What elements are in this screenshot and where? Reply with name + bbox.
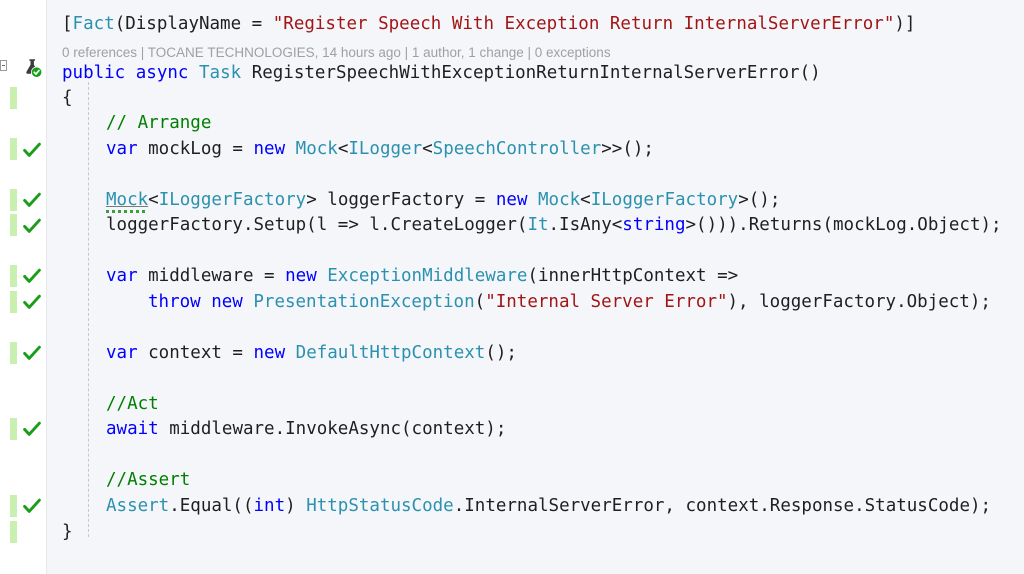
token-mock-type: Mock [285,139,338,159]
token-context: context = [137,343,254,363]
token-open-brace: { [62,88,73,108]
token-throw: throw [148,292,201,312]
token-display-name-string: "Register Speech With Exception Return I… [272,14,895,34]
codelens-bar[interactable]: 0 references | TOCANE TECHNOLOGIES, 14 h… [62,44,611,62]
code-line-2[interactable]: public async Task RegisterSpeechWithExce… [62,61,821,86]
token-displayname: (DisplayName = [114,14,273,34]
token-mocklog: mockLog = [137,139,254,159]
code-line-20[interactable]: //Assert [106,468,190,493]
token-task-type: Task [199,63,242,83]
token-comment-arrange: // Arrange [106,113,212,133]
token-await: await [106,419,159,439]
token-lt2: < [422,139,433,159]
token-new: new [495,190,528,210]
token-method-name: RegisterSpeechWithExceptionReturnInterna… [251,63,821,83]
token-exceptionmiddleware-type: ExceptionMiddleware [316,266,528,286]
token-generic-tail: >>(); [601,139,654,159]
token-mock-type-2: Mock [527,190,581,210]
token-invokeasync-call: middleware.InvokeAsync(context); [158,419,507,439]
token-middleware: middleware = [137,266,286,286]
token-comment-assert: //Assert [106,470,191,490]
code-line-22[interactable]: } [62,520,73,545]
token-var: var [106,266,138,286]
token-public: public [62,63,126,83]
code-line-5[interactable]: var mockLog = new Mock<ILogger<SpeechCon… [106,137,654,162]
token-error-message-string: "Internal Server Error" [485,292,728,312]
token-int-keyword: int [253,496,286,516]
token-var: var [106,139,138,159]
code-editor[interactable]: [Fact(DisplayName = "Register Speech Wit… [0,0,1024,574]
token-new: new [253,343,286,363]
token-paren: ( [474,292,486,312]
token-var: var [106,343,138,363]
code-line-4[interactable]: // Arrange [106,111,211,136]
code-line-16[interactable]: //Act [106,392,159,417]
code-line-3[interactable]: { [62,86,73,111]
token-isany: .IsAny< [548,215,623,235]
token-assert-tail: .InternalServerError, context.Response.S… [453,496,992,516]
token-new: new [253,139,286,159]
code-line-21[interactable]: Assert.Equal((int) HttpStatusCode.Intern… [106,494,991,519]
token-new: new [211,292,243,312]
token-equal-call: .Equal(( [169,496,254,516]
code-line-7[interactable]: Mock<ILoggerFactory> loggerFactory = new… [106,188,780,213]
token-lt: < [148,190,159,210]
token-fact-attribute: Fact [72,14,115,34]
token-iloggerfactory-type-2: ILoggerFactory [590,190,739,210]
code-text-layer[interactable]: [Fact(DisplayName = "Register Speech Wit… [0,0,1024,574]
token-speechcontroller-type: SpeechController [432,139,602,159]
token-assert-type: Assert [106,496,170,516]
token-it-type: It [527,215,549,235]
token-bracket: [ [62,14,73,34]
token-tail: (); [485,343,517,363]
codelens-text[interactable]: 0 references | TOCANE TECHNOLOGIES, 14 h… [62,45,611,60]
token-lambda-tail: (innerHttpContext => [527,266,739,286]
code-line-10[interactable]: var middleware = new ExceptionMiddleware… [106,264,738,289]
token-presentationexception-type: PresentationException [242,292,475,312]
token-iloggerfactory-type: ILoggerFactory [158,190,307,210]
code-line-1[interactable]: [Fact(DisplayName = "Register Speech Wit… [62,12,915,37]
token-mock-type-suggested[interactable]: Mock [106,190,148,210]
token-returns-tail: >())).Returns(mockLog.Object); [685,215,1002,235]
token-comment-act: //Act [106,394,159,414]
code-line-17[interactable]: await middleware.InvokeAsync(context); [106,417,506,442]
token-defaulthttpcontext-type: DefaultHttpContext [285,343,486,363]
token-lt2: < [580,190,591,210]
token-args-tail: ), loggerFactory.Object); [727,292,991,312]
token-async: async [135,63,189,83]
token-loggerfactory-decl: > loggerFactory = [306,190,496,210]
token-tail: >(); [738,190,781,210]
token-string-keyword: string [622,215,686,235]
code-line-13[interactable]: var context = new DefaultHttpContext(); [106,341,517,366]
token-new: new [285,266,317,286]
token-close: )] [894,14,916,34]
code-line-11[interactable]: throw new PresentationException("Interna… [148,290,991,315]
token-httpstatuscode-type: HttpStatusCode [306,496,454,516]
token-ilogger-type: ILogger [348,139,423,159]
token-close-brace: } [62,522,73,542]
code-line-8[interactable]: loggerFactory.Setup(l => l.CreateLogger(… [106,213,1002,238]
token-cast-close: ) [285,496,307,516]
token-lt: < [337,139,349,159]
token-setup-call: loggerFactory.Setup(l => l.CreateLogger( [106,215,528,235]
